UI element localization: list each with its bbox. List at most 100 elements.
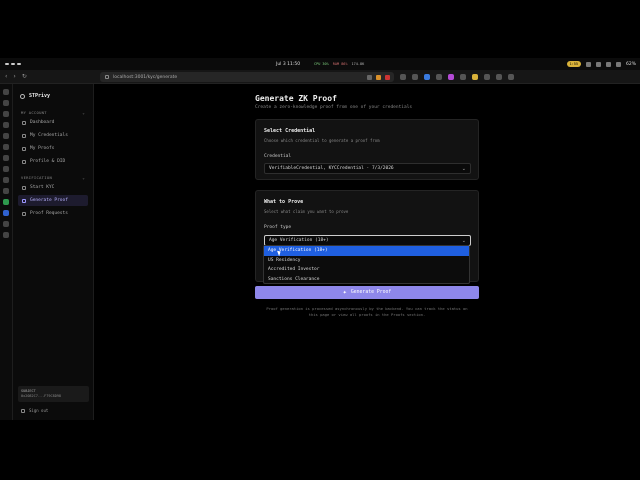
tab-icon[interactable] — [3, 221, 9, 227]
share-icon[interactable] — [367, 74, 372, 80]
timer-pill[interactable]: 1:55 — [566, 61, 581, 67]
browser-toolbar: ‹ › ↻ localhost:3001/kyc/generate — [0, 70, 640, 84]
select-credential-card: Select Credential Choose which credentia… — [255, 119, 479, 180]
tab-icon[interactable] — [3, 199, 9, 205]
main-content: Generate ZK Proof Create a zero-knowledg… — [94, 84, 640, 420]
cpu-stat: CPU 30% — [314, 62, 329, 66]
forward-icon[interactable]: › — [13, 73, 15, 80]
address-bar[interactable]: localhost:3001/kyc/generate — [100, 72, 394, 82]
kyc-icon — [22, 185, 26, 190]
ext-icon[interactable] — [484, 73, 490, 80]
menubar-clock[interactable]: Jul 3 11:50 — [276, 62, 300, 67]
battery-percent[interactable]: 62% — [626, 62, 636, 67]
generate-proof-button[interactable]: ✦ Generate Proof — [255, 286, 479, 299]
control-center-icon[interactable] — [605, 61, 611, 67]
note-line: Proof generation is processed asynchrono… — [266, 306, 468, 311]
ext-icon[interactable] — [508, 73, 514, 80]
sidebar-item-start-kyc[interactable]: Start KYC — [18, 182, 88, 193]
sparkle-icon: ✦ — [342, 289, 347, 296]
dropdown-option[interactable]: Age Verification (18+) — [264, 246, 469, 256]
sidebar-item-label: Profile & DID — [30, 159, 66, 164]
dropdown-option[interactable]: US Residency — [264, 256, 469, 266]
ext-icon[interactable] — [400, 73, 406, 80]
tab-icon[interactable] — [3, 155, 9, 161]
wifi-icon[interactable] — [585, 61, 591, 67]
menubar-stats[interactable]: CPU 30% RAM 86% 174.8K — [314, 62, 364, 66]
subject-label: SUBJECT — [21, 389, 36, 393]
reload-icon[interactable]: ↻ — [22, 73, 27, 80]
proofs-icon — [22, 146, 26, 151]
tab-icon[interactable] — [3, 100, 9, 106]
subject-card: SUBJECT 0x2082C7...F79C8D98 — [18, 386, 89, 402]
sidebar-item-label: My Proofs — [30, 146, 55, 151]
tab-icon[interactable] — [3, 122, 9, 128]
tab-icon[interactable] — [3, 89, 9, 95]
dropdown-option[interactable]: Accredited Investor — [264, 265, 469, 275]
sidebar-item-label: My Credentials — [30, 133, 68, 138]
tab-icon[interactable] — [3, 210, 9, 216]
section-title: VERIFICATION — [21, 175, 53, 180]
chevron-down-icon: ⌄ — [461, 166, 466, 172]
requests-icon — [22, 211, 26, 216]
ram-stat: RAM 86% — [332, 62, 348, 66]
section-title: MY ACCOUNT — [21, 110, 47, 115]
sidebar-item-proofs[interactable]: My Proofs — [18, 143, 88, 154]
ext-icon[interactable] — [460, 73, 466, 80]
logout-icon — [21, 408, 25, 413]
sidebar-item-generate-proof[interactable]: Generate Proof — [18, 195, 88, 206]
extensions-bar — [400, 73, 514, 80]
sign-out-label: Sign out — [29, 408, 49, 413]
search-icon[interactable] — [615, 61, 621, 67]
sidebar-item-credentials[interactable]: My Credentials — [18, 130, 88, 141]
ext-icon[interactable] — [448, 73, 454, 80]
sidebar-item-proof-requests[interactable]: Proof Requests — [18, 208, 88, 219]
credential-select[interactable]: VerifiableCredential, KYCCredential · 7/… — [264, 163, 471, 174]
dropdown-option[interactable]: Sanctions Clearance — [264, 275, 469, 285]
tab-icon[interactable] — [3, 144, 9, 150]
bluetooth-icon[interactable] — [595, 61, 601, 67]
tab-icon[interactable] — [3, 133, 9, 139]
page-title: Generate ZK Proof — [255, 94, 337, 103]
section-verification[interactable]: VERIFICATION ⌄ — [13, 175, 93, 180]
sidebar-item-dashboard[interactable]: Dashboard — [18, 117, 88, 128]
sidebar-item-label: Start KYC — [30, 185, 55, 190]
ext-icon[interactable] — [436, 73, 442, 80]
brand-name[interactable]: STPrivy — [29, 93, 50, 99]
ext-icon[interactable] — [472, 73, 478, 80]
net-stat: 174.8K — [351, 62, 365, 66]
alert-icon[interactable] — [385, 74, 390, 80]
tab-icon[interactable] — [3, 188, 9, 194]
ext-icon[interactable] — [424, 73, 430, 80]
sidebar-item-label: Generate Proof — [30, 198, 68, 203]
subject-value: 0x2082C7...F79C8D98 — [21, 394, 62, 398]
credential-select-value: VerifiableCredential, KYCCredential · 7/… — [269, 166, 394, 171]
dashboard-icon — [22, 120, 26, 125]
brand-logo-icon — [20, 93, 25, 99]
sidebar-item-label: Proof Requests — [30, 211, 68, 216]
tab-icon[interactable] — [3, 111, 9, 117]
menubar-apple-icon[interactable] — [5, 63, 21, 65]
url-text[interactable]: localhost:3001/kyc/generate — [113, 75, 177, 80]
proof-type-select-value: Age Verification (18+) — [269, 238, 329, 243]
sign-out-button[interactable]: Sign out — [21, 408, 48, 413]
tab-icon[interactable] — [3, 166, 9, 172]
card-description: Select what claim you want to prove — [264, 209, 349, 214]
extension-icon[interactable] — [376, 74, 381, 80]
card-heading: Select Credential — [264, 128, 316, 134]
generate-proof-label: Generate Proof — [350, 290, 392, 295]
chevron-down-icon: ⌄ — [82, 110, 85, 115]
credential-label: Credential — [264, 154, 292, 159]
proof-type-label: Proof type — [264, 225, 292, 230]
browser-side-tabs — [0, 84, 13, 420]
note-line: this page or view all proofs in the Proo… — [308, 311, 426, 317]
sidebar-item-profile[interactable]: Profile & DID — [18, 156, 88, 167]
ext-icon[interactable] — [412, 73, 418, 80]
page-subtitle: Create a zero-knowledge proof from one o… — [255, 105, 413, 110]
card-description: Choose which credential to generate a pr… — [264, 138, 380, 143]
back-icon[interactable]: ‹ — [5, 73, 7, 80]
tab-icon[interactable] — [3, 177, 9, 183]
ext-icon[interactable] — [496, 73, 502, 80]
add-tab-icon[interactable] — [3, 232, 9, 238]
section-my-account[interactable]: MY ACCOUNT ⌄ — [13, 110, 93, 115]
site-info-icon[interactable] — [105, 75, 109, 79]
